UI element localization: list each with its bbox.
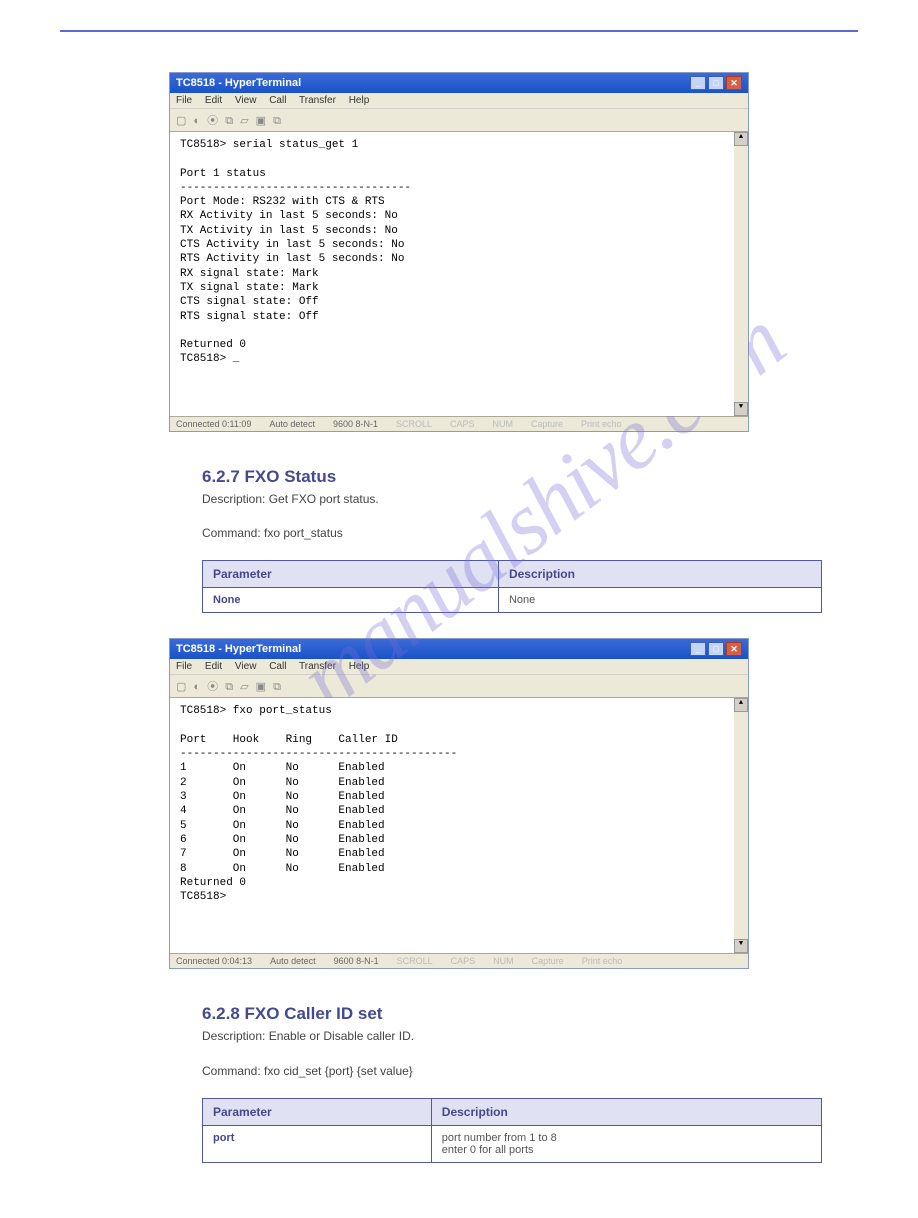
- maximize-icon[interactable]: □: [708, 76, 724, 90]
- menu-edit[interactable]: Edit: [205, 95, 222, 106]
- titlebar[interactable]: TC8518 - HyperTerminal _ □ ✕: [170, 73, 748, 93]
- status-autodetect: Auto detect: [270, 956, 316, 966]
- param-table-fxo-cid-set: Parameter Description port port number f…: [202, 1098, 822, 1163]
- scroll-up-icon[interactable]: ▲: [734, 698, 748, 712]
- td-desc-port: port number from 1 to 8 enter 0 for all …: [431, 1125, 821, 1162]
- terminal-output[interactable]: TC8518> serial status_get 1 Port 1 statu…: [170, 132, 748, 416]
- status-scroll: SCROLL: [397, 956, 433, 966]
- scroll-up-icon[interactable]: ▲: [734, 132, 748, 146]
- menu-call[interactable]: Call: [269, 661, 286, 672]
- menu-transfer[interactable]: Transfer: [299, 95, 336, 106]
- param-table-fxo-status: Parameter Description None None: [202, 560, 822, 613]
- command-label: Command: [202, 526, 257, 540]
- menu-view[interactable]: View: [235, 95, 257, 106]
- window-controls: _ □ ✕: [690, 642, 742, 656]
- td-param-none: None: [203, 588, 499, 613]
- terminal-window-serial-status: TC8518 - HyperTerminal _ □ ✕ File Edit V…: [169, 72, 749, 432]
- close-icon[interactable]: ✕: [726, 76, 742, 90]
- header-rule: [60, 30, 858, 32]
- menu-edit[interactable]: Edit: [205, 661, 222, 672]
- status-connected: Connected 0:11:09: [176, 419, 251, 429]
- window-title: TC8518 - HyperTerminal: [176, 77, 301, 89]
- toolbar[interactable]: ▢ ◐ ⦿ ⧉ ▱ ▣ ⧉: [170, 109, 748, 132]
- command-text: fxo cid_set {port} {set value}: [264, 1064, 413, 1078]
- statusbar: Connected 0:04:13 Auto detect 9600 8-N-1…: [170, 953, 748, 968]
- status-caps: CAPS: [450, 419, 475, 429]
- window-title: TC8518 - HyperTerminal: [176, 643, 301, 655]
- statusbar: Connected 0:11:09 Auto detect 9600 8-N-1…: [170, 416, 748, 431]
- menubar: File Edit View Call Transfer Help: [170, 93, 748, 109]
- terminal-output[interactable]: TC8518> fxo port_status Port Hook Ring C…: [170, 698, 748, 953]
- command-text: fxo port_status: [264, 526, 343, 540]
- status-scroll: SCROLL: [396, 419, 432, 429]
- menu-file[interactable]: File: [176, 95, 192, 106]
- subheading-fxo-cid-set: Description: Enable or Disable caller ID…: [202, 1028, 716, 1045]
- menu-help[interactable]: Help: [349, 95, 370, 106]
- status-autodetect: Auto detect: [269, 419, 315, 429]
- menu-call[interactable]: Call: [269, 95, 286, 106]
- terminal-window-fxo-status: TC8518 - HyperTerminal _ □ ✕ File Edit V…: [169, 638, 749, 969]
- status-capture: Capture: [532, 956, 564, 966]
- toolbar[interactable]: ▢ ◐ ⦿ ⧉ ▱ ▣ ⧉: [170, 675, 748, 698]
- command-line-fxo-status: Command: fxo port_status: [202, 525, 716, 542]
- status-caps: CAPS: [451, 956, 476, 966]
- titlebar[interactable]: TC8518 - HyperTerminal _ □ ✕: [170, 639, 748, 659]
- menu-view[interactable]: View: [235, 661, 257, 672]
- status-num: NUM: [493, 419, 514, 429]
- menu-help[interactable]: Help: [349, 661, 370, 672]
- status-connected: Connected 0:04:13: [176, 956, 252, 966]
- window-controls: _ □ ✕: [690, 76, 742, 90]
- minimize-icon[interactable]: _: [690, 642, 706, 656]
- status-printecho: Print echo: [582, 956, 623, 966]
- heading-fxo-cid-set: 6.2.8 FXO Caller ID set: [202, 1004, 716, 1024]
- scroll-down-icon[interactable]: ▼: [734, 939, 748, 953]
- heading-fxo-status: 6.2.7 FXO Status: [202, 467, 716, 487]
- status-capture: Capture: [531, 419, 563, 429]
- th-parameter: Parameter: [203, 561, 499, 588]
- minimize-icon[interactable]: _: [690, 76, 706, 90]
- scroll-down-icon[interactable]: ▼: [734, 402, 748, 416]
- menu-file[interactable]: File: [176, 661, 192, 672]
- status-baud: 9600 8-N-1: [333, 419, 378, 429]
- subheading-fxo-status: Description: Get FXO port status.: [202, 491, 716, 508]
- maximize-icon[interactable]: □: [708, 642, 724, 656]
- menu-transfer[interactable]: Transfer: [299, 661, 336, 672]
- status-num: NUM: [493, 956, 514, 966]
- status-printecho: Print echo: [581, 419, 622, 429]
- status-baud: 9600 8-N-1: [334, 956, 379, 966]
- th-description: Description: [431, 1098, 821, 1125]
- menubar: File Edit View Call Transfer Help: [170, 659, 748, 675]
- command-label: Command: [202, 1064, 257, 1078]
- th-description: Description: [498, 561, 821, 588]
- close-icon[interactable]: ✕: [726, 642, 742, 656]
- td-param-port: port: [203, 1125, 432, 1162]
- command-line-fxo-cid-set: Command: fxo cid_set {port} {set value}: [202, 1063, 716, 1080]
- th-parameter: Parameter: [203, 1098, 432, 1125]
- td-desc-none: None: [498, 588, 821, 613]
